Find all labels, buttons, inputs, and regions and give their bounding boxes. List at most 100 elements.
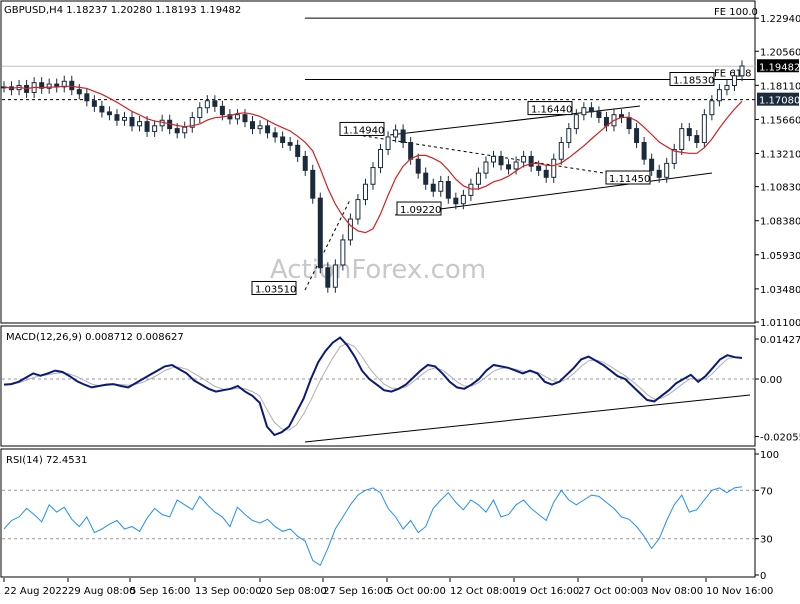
price-label-text: 1.14940 <box>343 125 384 136</box>
candle-bull <box>385 136 391 150</box>
candle-bear <box>310 169 316 199</box>
channel-line <box>389 105 641 136</box>
candle-bear <box>302 155 308 171</box>
candle-bear <box>129 116 135 127</box>
price-y-tick-label: 1.18110 <box>760 81 800 92</box>
x-tick-label: 10 Nov 16:00 <box>706 586 773 597</box>
macd-line <box>3 336 743 437</box>
candle-bear <box>250 121 256 130</box>
candle-bull <box>137 121 143 127</box>
candle-bear <box>506 164 512 170</box>
candle-bull <box>355 199 361 220</box>
candle-bull <box>739 65 745 77</box>
rsi-line <box>3 486 743 567</box>
candle-bull <box>347 218 353 241</box>
candle-bear <box>91 100 97 107</box>
rsi-y-tick-label: 0 <box>760 571 766 582</box>
candle-bull <box>581 107 587 116</box>
candle-bear <box>295 144 301 157</box>
candle-bull <box>513 161 519 170</box>
x-tick-label: 12 Oct 08:00 <box>450 586 515 597</box>
candle-bear <box>219 105 225 116</box>
rsi-title: RSI(14) 72.4531 <box>6 455 87 466</box>
candle-bear <box>626 116 632 130</box>
watermark: ActionForex.com <box>270 255 486 285</box>
chart-svg: GBPUSD,H4 1.18237 1.20280 1.18193 1.1948… <box>0 0 800 597</box>
candle-bull <box>393 129 399 138</box>
candle-bear <box>536 165 542 171</box>
price-label-text: 1.03510 <box>255 284 296 295</box>
candle-bear <box>242 114 248 123</box>
macd-layer <box>2 336 755 443</box>
price-layer: FE 100.0FE 61.81.185301.164401.149401.11… <box>1 7 758 295</box>
candle-bear <box>423 172 429 185</box>
candle-bear <box>174 128 180 134</box>
price-title: GBPUSD,H4 1.18237 1.20280 1.18193 1.1948… <box>4 5 241 16</box>
candle-bear <box>272 132 278 138</box>
candle-bull <box>460 194 466 205</box>
macd-signal-line <box>3 342 743 431</box>
candle-bear <box>408 142 414 160</box>
candle-bull <box>679 128 685 150</box>
price-y-tick-label: 1.05930 <box>760 251 800 262</box>
x-tick-label: 20 Sep 08:00 <box>260 586 327 597</box>
candle-bull <box>558 142 564 160</box>
price-y-tick-label: 1.22940 <box>760 14 800 25</box>
price-y-tick-label: 1.08380 <box>760 217 800 228</box>
x-tick-label: 27 Oct 00:00 <box>578 586 643 597</box>
candle-bear <box>265 125 271 134</box>
candle-bear <box>325 267 331 288</box>
x-tick-label: 22 Aug 2022 <box>4 586 68 597</box>
candle-bull <box>490 155 496 163</box>
candle-bear <box>84 93 90 102</box>
candle-bull <box>566 128 572 144</box>
price-y-tick-label: 1.01100 <box>760 318 800 329</box>
candle-bear <box>317 197 323 269</box>
candle-bull <box>152 125 158 132</box>
candle-bull <box>724 84 730 91</box>
rsi-y-tick-label: 30 <box>760 535 773 546</box>
rsi-y-tick-label: 100 <box>760 450 779 461</box>
rsi-panel-frame <box>0 448 756 578</box>
candle-bear <box>543 169 549 178</box>
price-y-tick-label: 1.15660 <box>760 115 800 126</box>
support-price-tag-text: 1.17080 <box>759 96 800 107</box>
candle-bull <box>370 167 376 185</box>
candle-bull <box>521 155 527 163</box>
candle-bear <box>686 128 692 137</box>
price-y-tick-label: 1.20560 <box>760 47 800 58</box>
x-tick-label: 5 Sep 16:00 <box>130 586 190 597</box>
candle-bear <box>656 169 662 178</box>
candle-bear <box>694 135 700 144</box>
moving-average-line <box>3 85 743 234</box>
macd-title: MACD(12,26,9) 0.008712 0.008627 <box>6 332 184 343</box>
axes-layer: 1.22940 1.20560 1.18110 1.15660 1.13210 1.108… <box>3 14 800 597</box>
candle-bull <box>701 114 707 144</box>
x-tick-label: 19 Oct 16:00 <box>514 586 579 597</box>
candle-bear <box>453 197 459 205</box>
candle-bear <box>415 158 421 174</box>
macd-y-tick-label: 0.014278 <box>760 335 800 346</box>
candle-bear <box>445 180 451 199</box>
rsi-layer <box>2 486 755 567</box>
candle-bull <box>182 126 188 134</box>
x-tick-label: 13 Sep 00:00 <box>195 586 262 597</box>
candle-bear <box>649 158 655 171</box>
candle-bull <box>332 264 338 288</box>
candle-bull <box>204 100 210 109</box>
candle-bear <box>99 105 105 113</box>
x-tick-label: 29 Aug 08:00 <box>68 586 135 597</box>
macd-trend-line <box>304 394 751 443</box>
chart-root: GBPUSD,H4 1.18237 1.20280 1.18193 1.1948… <box>0 0 800 600</box>
candle-bull <box>664 162 670 178</box>
candle-bear <box>641 142 647 160</box>
candle-bull <box>438 180 444 192</box>
candle-bear <box>588 107 594 113</box>
candle-bear <box>287 142 293 146</box>
price-y-tick-label: 1.10830 <box>760 183 800 194</box>
x-tick-label: 5 Oct 00:00 <box>387 586 446 597</box>
candle-bull <box>378 148 384 169</box>
candle-bull <box>197 107 203 118</box>
candle-bull <box>234 114 240 120</box>
x-tick-label: 3 Nov 08:00 <box>642 586 703 597</box>
